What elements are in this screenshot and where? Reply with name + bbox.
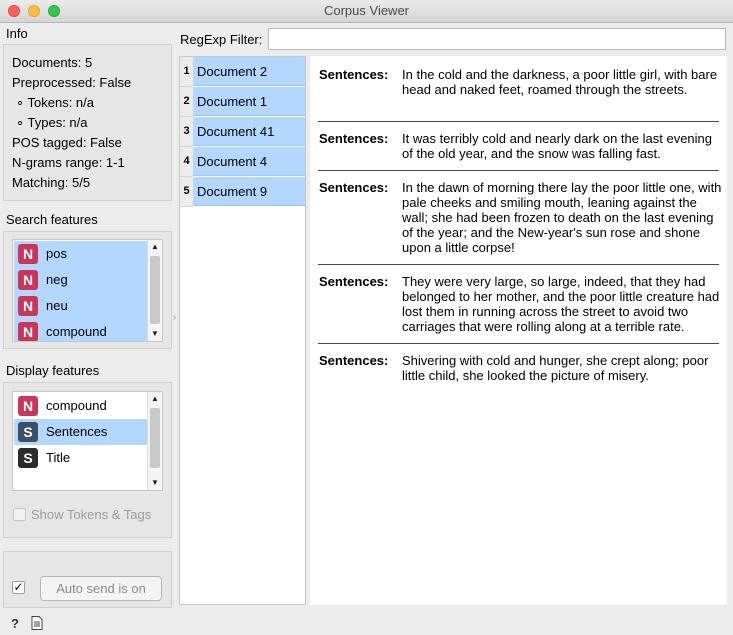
search-feature-label: compound — [46, 324, 107, 339]
search-feature-label: pos — [46, 246, 67, 261]
sentences-field-label: Sentences: — [319, 274, 389, 289]
search-features-list[interactable]: N pos N neg N neu N compound ▲ ▼ — [12, 239, 163, 342]
document-row[interactable]: 1 Document 2 — [180, 57, 305, 87]
info-documents: Documents: 5 — [12, 55, 93, 70]
search-feature-item[interactable]: N compound — [14, 319, 147, 341]
document-separator — [318, 170, 719, 171]
document-name[interactable]: Document 41 — [193, 117, 305, 146]
sentences-field-label: Sentences: — [319, 67, 389, 82]
info-matching: Matching: 5/5 — [12, 175, 91, 190]
numeric-feature-icon: N — [18, 396, 38, 416]
info-preprocessed: Preprocessed: False — [12, 75, 132, 90]
document-name[interactable]: Document 1 — [193, 87, 305, 116]
document-row-number: 5 — [180, 177, 193, 207]
document-name[interactable]: Document 4 — [193, 147, 305, 176]
sentences-field-label: Sentences: — [319, 180, 389, 195]
show-tokens-checkbox[interactable] — [13, 508, 26, 521]
scroll-up-arrow-icon[interactable]: ▲ — [148, 392, 162, 406]
window-title: Corpus Viewer — [323, 3, 410, 18]
scroll-thumb[interactable] — [150, 408, 160, 468]
info-label: Info — [6, 26, 28, 41]
document-separator — [318, 264, 719, 265]
search-feature-item[interactable]: N neg — [14, 267, 147, 293]
show-tokens-label: Show Tokens & Tags — [31, 507, 152, 522]
document-row-number: 3 — [180, 117, 193, 147]
search-feature-label: neu — [46, 298, 68, 313]
document-content-view[interactable]: Sentences: In the cold and the darkness,… — [310, 56, 727, 605]
numeric-feature-icon: N — [18, 270, 38, 290]
display-feature-item[interactable]: S Sentences — [14, 419, 147, 445]
display-feature-label: Title — [46, 450, 71, 465]
display-feature-label: compound — [46, 398, 107, 413]
document-name[interactable]: Document 2 — [193, 57, 305, 86]
regexp-filter-input[interactable] — [268, 28, 726, 50]
scroll-up-arrow-icon[interactable]: ▲ — [148, 240, 162, 254]
search-features-scrollbar[interactable]: ▲ ▼ — [147, 240, 162, 341]
info-ngrams: N-grams range: 1-1 — [12, 155, 125, 170]
help-icon[interactable]: ? — [11, 616, 19, 631]
search-features-box: N pos N neg N neu N compound ▲ ▼ — [3, 231, 172, 349]
info-types: ∘ Types: n/a — [16, 115, 88, 130]
search-feature-item[interactable]: N pos — [14, 241, 147, 267]
document-row[interactable]: 2 Document 1 — [180, 87, 305, 117]
regexp-filter-label: RegExp Filter: — [180, 32, 263, 47]
document-row-number: 4 — [180, 147, 193, 177]
display-features-box: N compound S Sentences S Title ▲ ▼ Show … — [3, 382, 172, 538]
auto-send-button[interactable]: Auto send is on — [40, 576, 162, 601]
info-box: Documents: 5 Preprocessed: False ∘ Token… — [3, 44, 172, 201]
document-row[interactable]: 3 Document 41 — [180, 117, 305, 147]
document-row-number: 2 — [180, 87, 193, 117]
string-feature-icon: S — [18, 422, 38, 442]
sentence-text: It was terribly cold and nearly dark on … — [402, 131, 713, 161]
display-feature-item[interactable]: N compound — [14, 393, 147, 419]
info-pos-tagged: POS tagged: False — [12, 135, 122, 150]
document-row-number: 1 — [180, 57, 193, 87]
sentence-text: Shivering with cold and hunger, she crep… — [402, 353, 709, 383]
sentences-field-label: Sentences: — [319, 131, 389, 146]
document-row[interactable]: 5 Document 9 — [180, 177, 305, 207]
scroll-down-arrow-icon[interactable]: ▼ — [148, 476, 162, 490]
numeric-feature-icon: N — [18, 322, 38, 341]
sentence-text: They were very large, so large, indeed, … — [402, 274, 720, 334]
display-features-list[interactable]: N compound S Sentences S Title ▲ ▼ — [12, 391, 163, 491]
string-feature-icon: S — [18, 448, 38, 468]
report-icon[interactable] — [31, 616, 43, 633]
scroll-down-arrow-icon[interactable]: ▼ — [148, 327, 162, 341]
document-separator — [318, 343, 719, 344]
document-list[interactable]: 1 Document 2 2 Document 1 3 Document 4 1 … — [179, 56, 306, 605]
display-features-label: Display features — [6, 363, 100, 378]
document-name[interactable]: Document 9 — [193, 177, 305, 206]
numeric-feature-icon: N — [18, 244, 38, 264]
document-row[interactable]: 4 Document 4 — [180, 147, 305, 177]
numeric-feature-icon: N — [18, 296, 38, 316]
splitter-handle-icon[interactable]: › — [173, 312, 176, 323]
info-tokens: ∘ Tokens: n/a — [16, 95, 94, 110]
sentences-field-label: Sentences: — [319, 353, 389, 368]
document-separator — [318, 121, 719, 122]
search-feature-item[interactable]: N neu — [14, 293, 147, 319]
display-features-scrollbar[interactable]: ▲ ▼ — [147, 392, 162, 490]
display-feature-label: Sentences — [46, 424, 108, 439]
auto-send-box: ✓ Auto send is on — [3, 551, 172, 608]
display-feature-item[interactable]: S Title — [14, 445, 147, 471]
auto-send-checkbox[interactable]: ✓ — [12, 581, 25, 594]
sentence-text: In the dawn of morning there lay the poo… — [402, 180, 722, 255]
sentence-text: In the cold and the darkness, a poor lit… — [402, 67, 718, 97]
search-features-label: Search features — [6, 212, 98, 227]
scroll-thumb[interactable] — [150, 256, 160, 324]
title-bar: Corpus Viewer — [0, 0, 733, 23]
search-feature-label: neg — [46, 272, 68, 287]
